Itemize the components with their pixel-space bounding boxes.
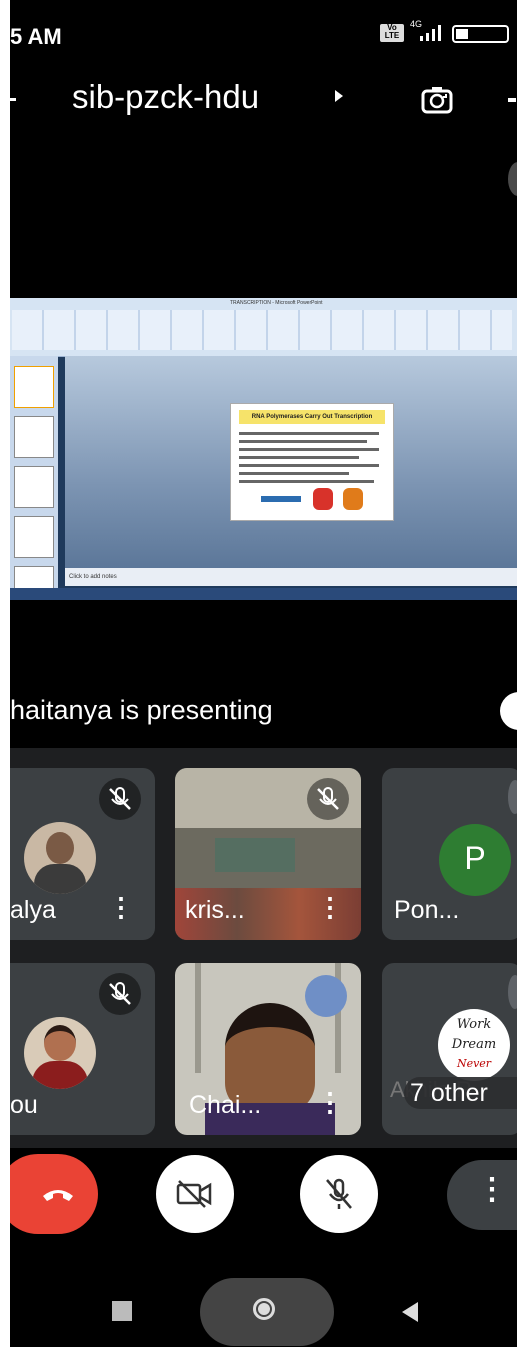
slide-title: RNA Polymerases Carry Out Transcription — [239, 410, 385, 424]
avatar: Work Dream Never — [438, 1009, 510, 1081]
camera-toggle-button[interactable] — [156, 1155, 234, 1233]
participant-name: Chai... — [189, 1091, 262, 1119]
participant-grid: alya ⋮ kris... ⋮ P Pon... ou Chai... ⋮ W… — [10, 748, 517, 1148]
participant-name: ou — [10, 1091, 38, 1119]
video-off-icon — [176, 1180, 212, 1208]
avatar: P — [439, 824, 511, 896]
speaking-indicator-icon — [305, 975, 347, 1017]
mic-off-icon — [307, 778, 349, 820]
avatar — [24, 822, 96, 894]
participant-tile[interactable]: P Pon... — [382, 768, 517, 940]
status-bar: 5 AM Vo LTE 4G — [10, 0, 517, 80]
slide-thumbnail — [14, 366, 54, 408]
participant-tile[interactable]: kris... ⋮ — [175, 768, 361, 940]
presentation-options-button[interactable] — [500, 692, 517, 730]
others-count: 7 other — [410, 1079, 488, 1107]
more-options-icon[interactable]: ⋮ — [317, 1087, 343, 1118]
slide-thumbnail — [14, 566, 54, 590]
meeting-code[interactable]: sib-pzck-hdu — [72, 78, 259, 116]
volte-icon: Vo LTE — [380, 24, 404, 42]
back-icon[interactable] — [402, 1302, 418, 1322]
more-options-icon[interactable]: ⋮ — [317, 892, 343, 923]
mic-off-icon — [99, 973, 141, 1015]
more-options-icon[interactable]: ⋮ — [108, 892, 134, 923]
more-options-button[interactable]: ⋮ — [447, 1160, 517, 1230]
more-participants-tile[interactable]: Work Dream Never Akhila R 7 other — [382, 963, 517, 1135]
meeting-info-arrow-icon[interactable] — [335, 90, 343, 102]
signal-icon — [420, 25, 441, 41]
powerpoint-ribbon: TRANSCRIPTION - Microsoft PowerPoint — [10, 298, 517, 357]
participant-tile[interactable]: ou — [10, 963, 155, 1135]
participant-name: Pon... — [394, 896, 460, 924]
slide-thumbnail — [14, 416, 54, 458]
mic-off-icon — [326, 1178, 352, 1209]
slide-thumbnail — [14, 466, 54, 508]
window-title: TRANSCRIPTION - Microsoft PowerPoint — [230, 300, 323, 306]
participant-name: kris... — [185, 896, 245, 924]
recents-icon[interactable] — [112, 1301, 132, 1321]
shared-screen: TRANSCRIPTION - Microsoft PowerPoint RNA… — [10, 298, 517, 600]
slide-thumbnails — [10, 356, 58, 592]
audio-output-icon[interactable] — [508, 98, 516, 102]
current-slide: RNA Polymerases Carry Out Transcription — [230, 403, 394, 521]
meet-screen: 5 AM Vo LTE 4G sib-pzck-hdu TRANSCRIPTIO… — [10, 0, 517, 1347]
participant-name: alya — [10, 896, 56, 924]
taskbar — [10, 588, 517, 600]
home-button[interactable] — [200, 1278, 334, 1346]
presenting-label: haitanya is presenting — [10, 695, 273, 725]
more-vert-icon: ⋮ — [477, 1173, 507, 1206]
back-icon[interactable] — [10, 98, 16, 101]
participant-tile[interactable]: Chai... ⋮ — [175, 963, 361, 1135]
system-nav-bar — [10, 1256, 517, 1347]
avatar — [24, 1017, 96, 1089]
status-time: 5 AM — [10, 24, 62, 49]
participant-tile[interactable]: alya ⋮ — [10, 768, 155, 940]
hang-up-icon — [43, 1190, 73, 1201]
presentation-margin — [10, 148, 517, 298]
end-call-button[interactable] — [10, 1154, 98, 1234]
mic-off-icon — [99, 778, 141, 820]
slide-thumbnail — [14, 516, 54, 558]
switch-camera-icon[interactable] — [420, 84, 454, 118]
notes-pane: Click to add notes — [65, 568, 517, 586]
battery-icon — [452, 25, 509, 43]
mic-toggle-button[interactable] — [300, 1155, 378, 1233]
